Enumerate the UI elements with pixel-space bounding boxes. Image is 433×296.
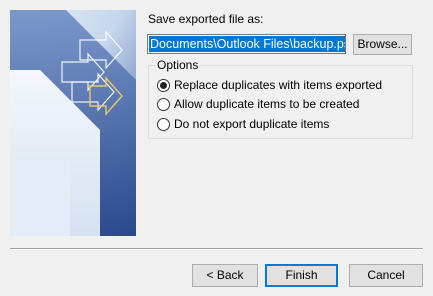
file-path-input[interactable]: Documents\Outlook Files\backup.pst xyxy=(147,34,346,54)
cancel-button[interactable]: Cancel xyxy=(349,264,423,287)
file-path-value: Documents\Outlook Files\backup.pst xyxy=(149,36,345,52)
option-replace-duplicates[interactable]: Replace duplicates with items exported xyxy=(157,77,382,93)
option-label: Allow duplicate items to be created xyxy=(174,97,360,111)
option-allow-duplicates[interactable]: Allow duplicate items to be created xyxy=(157,96,359,112)
back-button[interactable]: < Back xyxy=(192,264,258,287)
finish-button[interactable]: Finish xyxy=(265,264,338,287)
footer-divider xyxy=(10,248,423,250)
option-label: Do not export duplicate items xyxy=(174,117,330,131)
radio-unselected-icon[interactable] xyxy=(157,117,170,131)
wizard-banner xyxy=(10,10,136,236)
option-no-duplicates[interactable]: Do not export duplicate items xyxy=(157,116,329,132)
options-legend: Options xyxy=(155,58,201,72)
save-as-label: Save exported file as: xyxy=(148,12,264,26)
wizard-banner-graphic xyxy=(10,10,136,236)
browse-button[interactable]: Browse... xyxy=(353,34,412,55)
radio-unselected-icon[interactable] xyxy=(157,97,170,111)
option-label: Replace duplicates with items exported xyxy=(174,78,383,92)
radio-selected-icon[interactable] xyxy=(157,78,170,92)
